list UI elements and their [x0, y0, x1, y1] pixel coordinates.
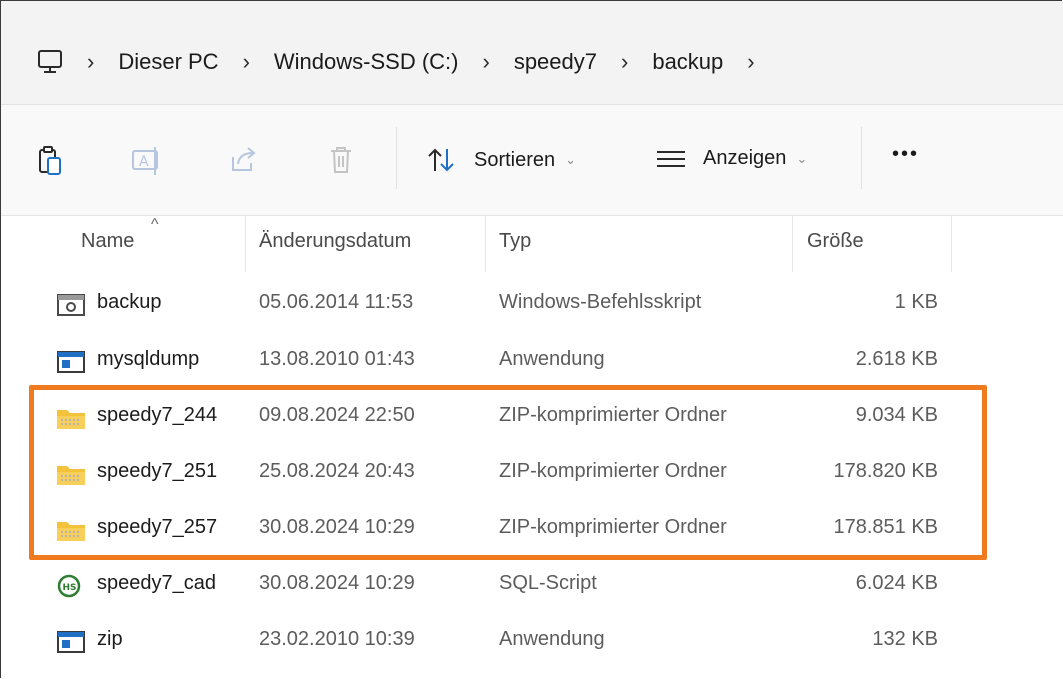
- file-size: 2.618 KB: [855, 348, 938, 370]
- file-row[interactable]: speedy7_244 09.08.2024 22:50 ZIP-komprim…: [1, 390, 1063, 448]
- file-name[interactable]: speedy7_244: [97, 404, 217, 427]
- chevron-right-icon[interactable]: ›: [621, 49, 628, 75]
- breadcrumb-dieser-pc[interactable]: Dieser PC: [118, 49, 218, 75]
- svg-text:HS: HS: [63, 583, 77, 593]
- divider: [396, 127, 397, 189]
- file-type: Anwendung: [499, 348, 605, 370]
- file-name[interactable]: speedy7_251: [97, 460, 217, 483]
- file-type: ZIP-komprimierter Ordner: [499, 404, 727, 426]
- this-pc-icon[interactable]: [37, 49, 65, 75]
- sort-button[interactable]: Sortieren ⌄: [426, 147, 576, 173]
- more-options-button[interactable]: •••: [892, 143, 919, 166]
- address-bar[interactable]: › Dieser PC › Windows-SSD (C:) › speedy7…: [1, 1, 1063, 104]
- file-name[interactable]: speedy7_cad: [97, 572, 216, 595]
- sql-script-icon: HS: [57, 574, 81, 598]
- share-icon[interactable]: [229, 145, 259, 175]
- sort-label: Sortieren: [474, 148, 556, 171]
- sort-ascending-icon: ^: [151, 216, 159, 233]
- breadcrumb-backup[interactable]: backup: [652, 49, 723, 75]
- divider: [861, 127, 862, 189]
- column-divider[interactable]: [245, 216, 246, 272]
- file-size: 178.851 KB: [833, 516, 938, 538]
- file-date: 13.08.2010 01:43: [259, 348, 415, 370]
- file-type: Windows-Befehlsskript: [499, 291, 702, 313]
- breadcrumb-speedy7[interactable]: speedy7: [514, 49, 597, 75]
- column-divider[interactable]: [792, 216, 793, 272]
- file-name[interactable]: speedy7_257: [97, 516, 217, 539]
- view-button[interactable]: Anzeigen ⌄: [655, 147, 807, 170]
- chevron-right-icon[interactable]: ›: [747, 49, 754, 75]
- file-date: 30.08.2024 10:29: [259, 516, 415, 538]
- column-header-date[interactable]: Änderungsdatum: [259, 230, 411, 253]
- column-header-type[interactable]: Typ: [499, 230, 531, 253]
- sort-arrows-icon: [428, 148, 454, 172]
- file-size: 1 KB: [894, 291, 938, 313]
- file-row[interactable]: zip 23.02.2010 10:39 Anwendung 132 KB: [1, 614, 1063, 672]
- more-icon: •••: [892, 143, 920, 165]
- breadcrumb-windows-ssd[interactable]: Windows-SSD (C:): [274, 49, 459, 75]
- zip-folder-icon: [57, 410, 85, 429]
- rename-icon[interactable]: A: [131, 145, 165, 177]
- file-row[interactable]: backup 05.06.2014 11:53 Windows-Befehlss…: [1, 277, 1063, 335]
- file-date: 25.08.2024 20:43: [259, 460, 415, 482]
- file-name[interactable]: zip: [97, 628, 123, 651]
- chevron-down-icon: ⌄: [565, 152, 577, 167]
- file-date: 09.08.2024 22:50: [259, 404, 415, 426]
- chevron-down-icon: ⌄: [796, 150, 808, 166]
- file-size: 6.024 KB: [855, 572, 938, 594]
- chevron-right-icon[interactable]: ›: [243, 49, 250, 75]
- file-row[interactable]: speedy7_251 25.08.2024 20:43 ZIP-komprim…: [1, 446, 1063, 504]
- delete-icon[interactable]: [328, 145, 354, 175]
- file-size: 178.820 KB: [833, 460, 938, 482]
- file-type: ZIP-komprimierter Ordner: [499, 460, 727, 482]
- view-label: Anzeigen: [703, 147, 787, 169]
- zip-folder-icon: [57, 522, 85, 541]
- file-date: 05.06.2014 11:53: [259, 291, 414, 313]
- file-type: SQL-Script: [499, 572, 597, 594]
- file-row[interactable]: mysqldump 13.08.2010 01:43 Anwendung 2.6…: [1, 334, 1063, 392]
- batch-script-icon: [57, 294, 85, 316]
- command-bar: A Sortieren ⌄ Anzeigen ⌄ •••: [1, 105, 1063, 215]
- svg-text:A: A: [139, 154, 149, 170]
- paste-icon[interactable]: [38, 145, 64, 177]
- file-size: 9.034 KB: [855, 404, 938, 426]
- application-icon: [57, 631, 85, 653]
- file-name[interactable]: backup: [97, 291, 162, 314]
- view-list-icon: [657, 150, 685, 167]
- column-divider[interactable]: [485, 216, 486, 272]
- column-header-size[interactable]: Größe: [807, 230, 864, 253]
- file-date: 23.02.2010 10:39: [259, 628, 415, 650]
- file-row[interactable]: speedy7_257 30.08.2024 10:29 ZIP-komprim…: [1, 502, 1063, 560]
- file-row[interactable]: HS speedy7_cad 30.08.2024 10:29 SQL-Scri…: [1, 558, 1063, 616]
- column-header-row: ^ Name Änderungsdatum Typ Größe: [1, 216, 1063, 272]
- column-divider[interactable]: [951, 216, 952, 272]
- file-name[interactable]: mysqldump: [97, 348, 199, 371]
- chevron-right-icon[interactable]: ›: [87, 49, 94, 75]
- file-type: ZIP-komprimierter Ordner: [499, 516, 727, 538]
- file-size: 132 KB: [872, 628, 938, 650]
- chevron-right-icon[interactable]: ›: [482, 49, 489, 75]
- zip-folder-icon: [57, 466, 85, 485]
- application-icon: [57, 351, 85, 373]
- file-date: 30.08.2024 10:29: [259, 572, 415, 594]
- column-header-name[interactable]: Name: [81, 230, 134, 253]
- file-type: Anwendung: [499, 628, 605, 650]
